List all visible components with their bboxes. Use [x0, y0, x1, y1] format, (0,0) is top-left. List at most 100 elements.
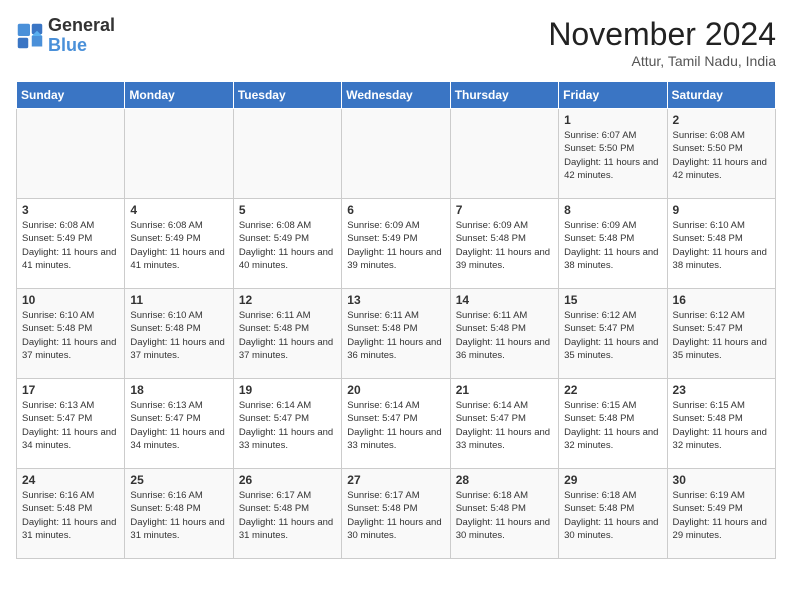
calendar-cell: 16Sunrise: 6:12 AM Sunset: 5:47 PM Dayli…	[667, 289, 775, 379]
calendar-cell: 28 Sunrise: 6:18 AM Sunset: 5:48 PM Dayli…	[450, 469, 558, 559]
calendar-cell: 10 Sunrise: 6:10 AM Sunset: 5:48 PM Dayli…	[17, 289, 125, 379]
day-info: Sunrise: 6:14 AM Sunset: 5:47 PM Dayligh…	[456, 399, 553, 452]
logo-icon	[16, 22, 44, 50]
day-number: 26	[239, 473, 336, 487]
day-info: Sunrise: 6:14 AM Sunset: 5:47 PM Dayligh…	[239, 399, 336, 452]
day-number: 20	[347, 383, 444, 397]
calendar-cell	[125, 109, 233, 199]
day-info: Sunrise: 6:08 AM Sunset: 5:49 PM Dayligh…	[239, 219, 336, 272]
day-info: Sunrise: 6:19 AM Sunset: 5:49 PM Dayligh…	[673, 489, 770, 542]
day-number: 4	[130, 203, 227, 217]
day-info: Sunrise: 6:08 AM Sunset: 5:50 PM Dayligh…	[673, 129, 770, 182]
weekday-header-monday: Monday	[125, 82, 233, 109]
calendar-cell	[233, 109, 341, 199]
day-info: Sunrise: 6:16 AM Sunset: 5:48 PM Dayligh…	[22, 489, 119, 542]
day-number: 19	[239, 383, 336, 397]
logo-text: General Blue	[48, 16, 115, 56]
weekday-header-sunday: Sunday	[17, 82, 125, 109]
day-number: 18	[130, 383, 227, 397]
day-number: 16	[673, 293, 770, 307]
calendar-cell: 6 Sunrise: 6:09 AM Sunset: 5:49 PM Daylig…	[342, 199, 450, 289]
logo: General Blue	[16, 16, 115, 56]
weekday-header-wednesday: Wednesday	[342, 82, 450, 109]
month-title: November 2024	[548, 16, 776, 53]
day-number: 3	[22, 203, 119, 217]
day-info: Sunrise: 6:15 AM Sunset: 5:48 PM Dayligh…	[564, 399, 661, 452]
day-number: 12	[239, 293, 336, 307]
day-number: 6	[347, 203, 444, 217]
calendar-cell: 27Sunrise: 6:17 AM Sunset: 5:48 PM Dayli…	[342, 469, 450, 559]
day-number: 24	[22, 473, 119, 487]
calendar-cell: 22 Sunrise: 6:15 AM Sunset: 5:48 PM Dayli…	[559, 379, 667, 469]
calendar-cell: 13 Sunrise: 6:11 AM Sunset: 5:48 PM Dayli…	[342, 289, 450, 379]
day-info: Sunrise: 6:09 AM Sunset: 5:48 PM Dayligh…	[564, 219, 661, 272]
day-info: Sunrise: 6:11 AM Sunset: 5:48 PM Dayligh…	[347, 309, 444, 362]
day-info: Sunrise: 6:12 AM Sunset: 5:47 PM Dayligh…	[564, 309, 661, 362]
day-info: Sunrise: 6:18 AM Sunset: 5:48 PM Dayligh…	[564, 489, 661, 542]
day-number: 27	[347, 473, 444, 487]
day-info: Sunrise: 6:18 AM Sunset: 5:48 PM Dayligh…	[456, 489, 553, 542]
day-number: 25	[130, 473, 227, 487]
calendar-cell: 15 Sunrise: 6:12 AM Sunset: 5:47 PM Dayli…	[559, 289, 667, 379]
calendar-cell: 14 Sunrise: 6:11 AM Sunset: 5:48 PM Dayli…	[450, 289, 558, 379]
calendar-cell: 7 Sunrise: 6:09 AM Sunset: 5:48 PM Daylig…	[450, 199, 558, 289]
day-number: 30	[673, 473, 770, 487]
day-number: 11	[130, 293, 227, 307]
calendar-cell: 23Sunrise: 6:15 AM Sunset: 5:48 PM Dayli…	[667, 379, 775, 469]
day-number: 8	[564, 203, 661, 217]
day-info: Sunrise: 6:09 AM Sunset: 5:49 PM Dayligh…	[347, 219, 444, 272]
day-info: Sunrise: 6:10 AM Sunset: 5:48 PM Dayligh…	[22, 309, 119, 362]
calendar-cell: 9 Sunrise: 6:10 AM Sunset: 5:48 PM Daylig…	[667, 199, 775, 289]
calendar-cell: 3 Sunrise: 6:08 AM Sunset: 5:49 PM Daylig…	[17, 199, 125, 289]
calendar-cell: 25 Sunrise: 6:16 AM Sunset: 5:48 PM Dayli…	[125, 469, 233, 559]
day-info: Sunrise: 6:10 AM Sunset: 5:48 PM Dayligh…	[130, 309, 227, 362]
calendar-cell: 8 Sunrise: 6:09 AM Sunset: 5:48 PM Daylig…	[559, 199, 667, 289]
day-number: 14	[456, 293, 553, 307]
calendar-cell: 26 Sunrise: 6:17 AM Sunset: 5:48 PM Dayli…	[233, 469, 341, 559]
day-number: 21	[456, 383, 553, 397]
calendar-cell	[342, 109, 450, 199]
day-info: Sunrise: 6:07 AM Sunset: 5:50 PM Dayligh…	[564, 129, 661, 182]
calendar-cell	[17, 109, 125, 199]
day-info: Sunrise: 6:09 AM Sunset: 5:48 PM Dayligh…	[456, 219, 553, 272]
calendar-cell: 18 Sunrise: 6:13 AM Sunset: 5:47 PM Dayli…	[125, 379, 233, 469]
day-number: 1	[564, 113, 661, 127]
day-info: Sunrise: 6:13 AM Sunset: 5:47 PM Dayligh…	[22, 399, 119, 452]
page-header: General Blue November 2024 Attur, Tamil …	[16, 16, 776, 69]
day-info: Sunrise: 6:11 AM Sunset: 5:48 PM Dayligh…	[456, 309, 553, 362]
day-info: Sunrise: 6:08 AM Sunset: 5:49 PM Dayligh…	[130, 219, 227, 272]
calendar-cell: 19 Sunrise: 6:14 AM Sunset: 5:47 PM Dayli…	[233, 379, 341, 469]
day-info: Sunrise: 6:13 AM Sunset: 5:47 PM Dayligh…	[130, 399, 227, 452]
calendar-cell: 11 Sunrise: 6:10 AM Sunset: 5:48 PM Dayli…	[125, 289, 233, 379]
day-number: 9	[673, 203, 770, 217]
day-number: 22	[564, 383, 661, 397]
day-number: 10	[22, 293, 119, 307]
calendar-cell: 30 Sunrise: 6:19 AM Sunset: 5:49 PM Dayli…	[667, 469, 775, 559]
location-subtitle: Attur, Tamil Nadu, India	[548, 53, 776, 69]
weekday-header-friday: Friday	[559, 82, 667, 109]
calendar-cell: 17 Sunrise: 6:13 AM Sunset: 5:47 PM Dayli…	[17, 379, 125, 469]
calendar-cell: 2 Sunrise: 6:08 AM Sunset: 5:50 PM Daylig…	[667, 109, 775, 199]
day-info: Sunrise: 6:15 AM Sunset: 5:48 PM Dayligh…	[673, 399, 770, 452]
day-info: Sunrise: 6:17 AM Sunset: 5:48 PM Dayligh…	[239, 489, 336, 542]
calendar-cell: 1 Sunrise: 6:07 AM Sunset: 5:50 PM Daylig…	[559, 109, 667, 199]
day-number: 17	[22, 383, 119, 397]
day-number: 2	[673, 113, 770, 127]
day-number: 5	[239, 203, 336, 217]
calendar-cell: 20 Sunrise: 6:14 AM Sunset: 5:47 PM Dayli…	[342, 379, 450, 469]
day-info: Sunrise: 6:10 AM Sunset: 5:48 PM Dayligh…	[673, 219, 770, 272]
day-info: Sunrise: 6:08 AM Sunset: 5:49 PM Dayligh…	[22, 219, 119, 272]
day-number: 29	[564, 473, 661, 487]
day-number: 7	[456, 203, 553, 217]
weekday-header-thursday: Thursday	[450, 82, 558, 109]
day-number: 13	[347, 293, 444, 307]
day-info: Sunrise: 6:16 AM Sunset: 5:48 PM Dayligh…	[130, 489, 227, 542]
calendar-cell: 21 Sunrise: 6:14 AM Sunset: 5:47 PM Dayli…	[450, 379, 558, 469]
day-info: Sunrise: 6:14 AM Sunset: 5:47 PM Dayligh…	[347, 399, 444, 452]
day-number: 15	[564, 293, 661, 307]
title-block: November 2024 Attur, Tamil Nadu, India	[548, 16, 776, 69]
calendar-table: SundayMondayTuesdayWednesdayThursdayFrid…	[16, 81, 776, 559]
day-number: 28	[456, 473, 553, 487]
calendar-cell: 4 Sunrise: 6:08 AM Sunset: 5:49 PM Daylig…	[125, 199, 233, 289]
weekday-header-tuesday: Tuesday	[233, 82, 341, 109]
